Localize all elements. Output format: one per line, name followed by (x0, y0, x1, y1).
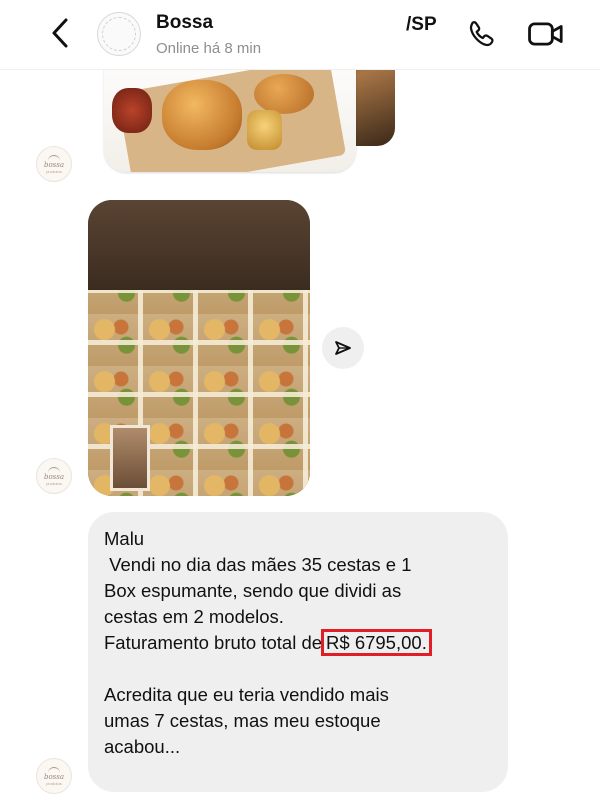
photo-message-baskets[interactable] (88, 200, 310, 496)
message-line: Acredita que eu teria vendido mais (104, 684, 389, 705)
video-camera-icon (528, 22, 563, 46)
message-line: acabou... (104, 736, 181, 757)
contact-name-suffix: /SP (406, 14, 437, 35)
message-line: Faturamento bruto total de R$ 6795,00. (104, 629, 492, 656)
avatar-logo-subtext: produtos (46, 168, 62, 174)
contact-avatar[interactable] (97, 12, 141, 56)
share-button[interactable] (322, 327, 364, 369)
message-line: Vendi no dia das mães 35 cestas e 1 (104, 554, 412, 575)
avatar-logo-text: bossa (43, 160, 65, 169)
back-button[interactable] (46, 16, 76, 50)
message-line: umas 7 cestas, mas meu estoque (104, 710, 381, 731)
avatar-logo-text: bossa (43, 772, 65, 781)
contact-name[interactable]: Bossa (156, 12, 213, 34)
message-line: cestas em 2 modelos. (104, 606, 284, 627)
sender-avatar[interactable]: bossa produtos (36, 458, 72, 494)
contact-avatar-image (102, 17, 136, 51)
message-line: Malu (104, 528, 145, 549)
audio-call-button[interactable] (466, 18, 498, 50)
contact-status: Online há 8 min (156, 40, 262, 57)
phone-icon (469, 21, 494, 47)
send-arrow-icon (335, 341, 351, 355)
avatar-logo-subtext: produtos (46, 780, 62, 786)
sender-avatar[interactable]: bossa produtos (36, 758, 72, 794)
message-line: Box espumante, sendo que dividi as (104, 580, 402, 601)
avatar-logo-text: bossa (43, 472, 65, 481)
sender-avatar[interactable]: bossa produtos (36, 146, 72, 182)
message-line-blank (104, 656, 492, 682)
highlighted-revenue-value: R$ 6795,00. (321, 629, 432, 656)
chat-header: Bossa Online há 8 min /SP (0, 0, 600, 70)
text-message-bubble[interactable]: Malu Vendi no dia das mães 35 cestas e 1… (88, 512, 508, 792)
chevron-left-icon (52, 18, 68, 48)
video-call-button[interactable] (527, 18, 565, 50)
avatar-logo-subtext: produtos (46, 480, 62, 486)
